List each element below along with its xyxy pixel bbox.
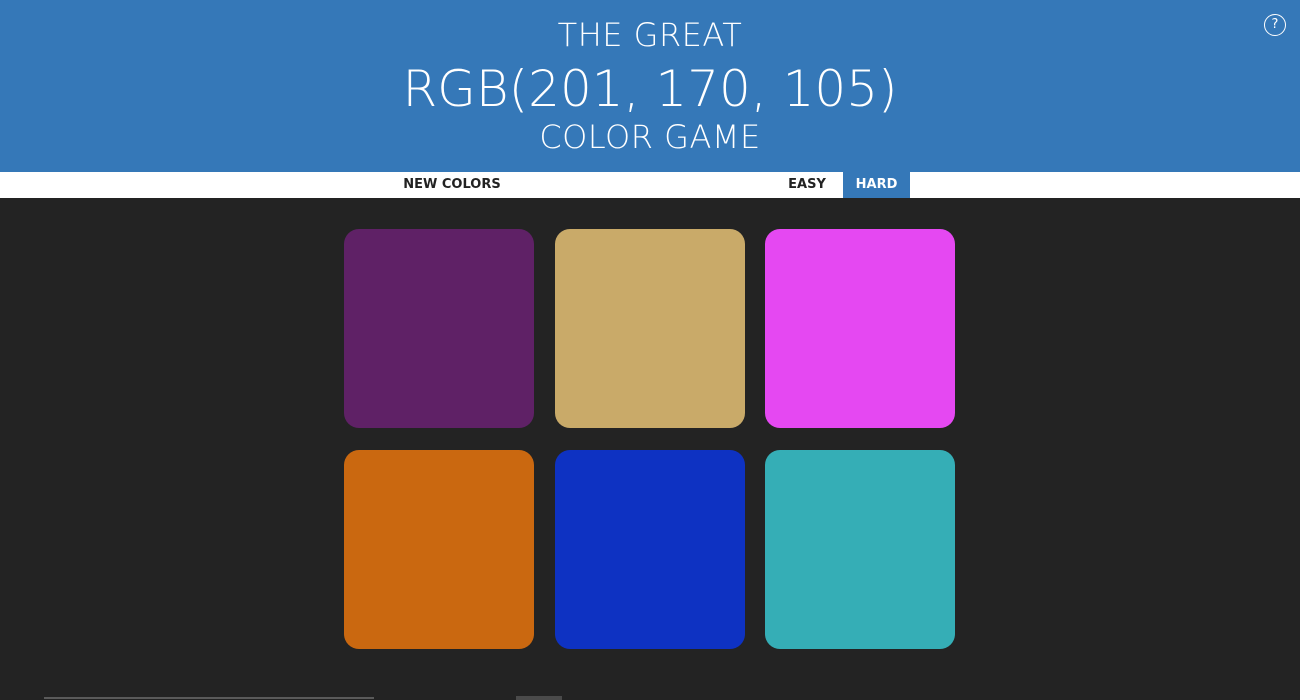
color-square-1[interactable] [344, 229, 534, 428]
hard-mode-button[interactable]: HARD [843, 172, 910, 198]
color-game-page: THE GREAT RGB(201, 170, 105) COLOR GAME … [0, 0, 1300, 700]
new-colors-button[interactable]: NEW COLORS [392, 172, 512, 198]
status-message [560, 172, 760, 198]
color-square-3[interactable] [765, 229, 955, 428]
title-line-color-game: COLOR GAME [539, 118, 761, 156]
target-color-display: RGB(201, 170, 105) [402, 60, 898, 118]
header: THE GREAT RGB(201, 170, 105) COLOR GAME … [0, 0, 1300, 172]
help-icon[interactable]: ? [1264, 14, 1286, 36]
bottom-divider [44, 697, 374, 699]
color-square-6[interactable] [765, 450, 955, 649]
color-square-4[interactable] [344, 450, 534, 649]
easy-mode-button[interactable]: EASY [774, 172, 840, 198]
color-square-2[interactable] [555, 229, 745, 428]
bottom-scroll-indicator [516, 696, 562, 700]
title-line-the-great: THE GREAT [557, 16, 743, 54]
control-stripe: NEW COLORS EASY HARD [0, 172, 1300, 198]
color-square-5[interactable] [555, 450, 745, 649]
